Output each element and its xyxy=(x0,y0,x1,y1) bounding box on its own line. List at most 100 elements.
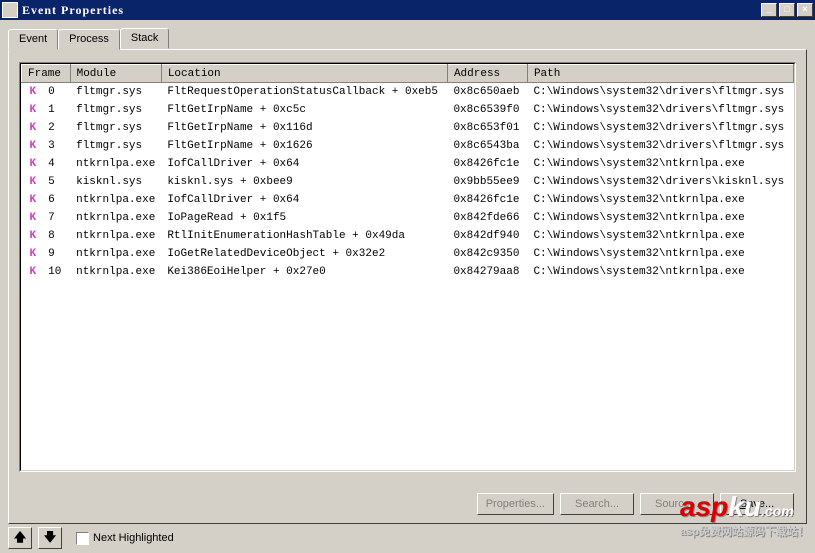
tab-pane-stack: Frame Module Location Address Path K0flt… xyxy=(8,49,807,524)
properties-button[interactable]: Properties... xyxy=(477,493,554,515)
table-row[interactable]: K10ntkrnlpa.exeKei386EoiHelper + 0x27e00… xyxy=(22,263,794,281)
cell-path: C:\Windows\system32\ntkrnlpa.exe xyxy=(527,155,793,173)
next-highlighted-checkbox[interactable] xyxy=(76,532,89,545)
cell-path: C:\Windows\system32\drivers\kisknl.sys xyxy=(527,173,793,191)
cell-module: ntkrnlpa.exe xyxy=(70,155,161,173)
tab-stack[interactable]: Stack xyxy=(120,28,170,49)
cell-location: IoPageRead + 0x1f5 xyxy=(161,209,447,227)
kernel-flag: K xyxy=(22,227,43,245)
tab-event[interactable]: Event xyxy=(8,29,58,50)
window-title: Event Properties xyxy=(22,3,761,18)
cell-address: 0x8c6543ba xyxy=(447,137,527,155)
app-icon xyxy=(2,2,18,18)
cell-frame: 2 xyxy=(42,119,70,137)
cell-path: C:\Windows\system32\ntkrnlpa.exe xyxy=(527,191,793,209)
next-highlighted-label: Next Highlighted xyxy=(93,532,174,544)
cell-location: Kei386EoiHelper + 0x27e0 xyxy=(161,263,447,281)
cell-address: 0x842c9350 xyxy=(447,245,527,263)
cell-path: C:\Windows\system32\drivers\fltmgr.sys xyxy=(527,83,793,101)
cell-location: kisknl.sys + 0xbee9 xyxy=(161,173,447,191)
cell-module: ntkrnlpa.exe xyxy=(70,191,161,209)
cell-frame: 0 xyxy=(42,83,70,101)
cell-module: ntkrnlpa.exe xyxy=(70,263,161,281)
cell-module: kisknl.sys xyxy=(70,173,161,191)
close-button[interactable]: × xyxy=(797,3,813,17)
col-path[interactable]: Path xyxy=(527,65,793,83)
table-row[interactable]: K1fltmgr.sysFltGetIrpName + 0xc5c0x8c653… xyxy=(22,101,794,119)
title-bar: Event Properties _ □ × xyxy=(0,0,815,20)
col-location[interactable]: Location xyxy=(161,65,447,83)
cell-location: IoGetRelatedDeviceObject + 0x32e2 xyxy=(161,245,447,263)
col-module[interactable]: Module xyxy=(70,65,161,83)
source-button[interactable]: Source... xyxy=(640,493,714,515)
cell-path: C:\Windows\system32\ntkrnlpa.exe xyxy=(527,209,793,227)
cell-address: 0x8426fc1e xyxy=(447,191,527,209)
cell-frame: 7 xyxy=(42,209,70,227)
cell-path: C:\Windows\system32\drivers\fltmgr.sys xyxy=(527,137,793,155)
cell-frame: 1 xyxy=(42,101,70,119)
tab-strip: Event Process Stack xyxy=(8,28,807,49)
cell-module: fltmgr.sys xyxy=(70,137,161,155)
cell-address: 0x8426fc1e xyxy=(447,155,527,173)
table-row[interactable]: K2fltmgr.sysFltGetIrpName + 0x116d0x8c65… xyxy=(22,119,794,137)
cell-path: C:\Windows\system32\ntkrnlpa.exe xyxy=(527,263,793,281)
col-address[interactable]: Address xyxy=(447,65,527,83)
col-frame[interactable]: Frame xyxy=(22,65,71,83)
cell-frame: 10 xyxy=(42,263,70,281)
prev-event-button[interactable]: 🡅 xyxy=(8,527,32,549)
cell-location: IofCallDriver + 0x64 xyxy=(161,155,447,173)
table-row[interactable]: K0fltmgr.sysFltRequestOperationStatusCal… xyxy=(22,83,794,101)
client-area: Event Process Stack Frame Module Locatio… xyxy=(0,20,815,553)
cell-module: fltmgr.sys xyxy=(70,119,161,137)
cell-frame: 3 xyxy=(42,137,70,155)
cell-location: IofCallDriver + 0x64 xyxy=(161,191,447,209)
cell-address: 0x8c6539f0 xyxy=(447,101,527,119)
kernel-flag: K xyxy=(22,101,43,119)
kernel-flag: K xyxy=(22,173,43,191)
cell-location: FltGetIrpName + 0x1626 xyxy=(161,137,447,155)
cell-path: C:\Windows\system32\drivers\fltmgr.sys xyxy=(527,119,793,137)
table-row[interactable]: K7ntkrnlpa.exeIoPageRead + 0x1f50x842fde… xyxy=(22,209,794,227)
next-highlighted-control[interactable]: Next Highlighted xyxy=(76,532,174,545)
cell-module: fltmgr.sys xyxy=(70,101,161,119)
table-row[interactable]: K6ntkrnlpa.exeIofCallDriver + 0x640x8426… xyxy=(22,191,794,209)
kernel-flag: K xyxy=(22,209,43,227)
kernel-flag: K xyxy=(22,119,43,137)
table-row[interactable]: K5kisknl.syskisknl.sys + 0xbee90x9bb55ee… xyxy=(22,173,794,191)
bottom-toolbar: 🡅 🡇 Next Highlighted xyxy=(8,527,174,549)
tab-process[interactable]: Process xyxy=(58,29,120,50)
cell-path: C:\Windows\system32\ntkrnlpa.exe xyxy=(527,245,793,263)
stack-table-container: Frame Module Location Address Path K0flt… xyxy=(19,62,796,472)
cell-module: ntkrnlpa.exe xyxy=(70,227,161,245)
cell-location: FltRequestOperationStatusCallback + 0xeb… xyxy=(161,83,447,101)
cell-frame: 8 xyxy=(42,227,70,245)
maximize-button[interactable]: □ xyxy=(779,3,795,17)
next-event-button[interactable]: 🡇 xyxy=(38,527,62,549)
table-header-row: Frame Module Location Address Path xyxy=(22,65,794,83)
cell-module: ntkrnlpa.exe xyxy=(70,209,161,227)
cell-frame: 6 xyxy=(42,191,70,209)
table-row[interactable]: K4ntkrnlpa.exeIofCallDriver + 0x640x8426… xyxy=(22,155,794,173)
cell-address: 0x8c653f01 xyxy=(447,119,527,137)
cell-frame: 4 xyxy=(42,155,70,173)
table-row[interactable]: K9ntkrnlpa.exeIoGetRelatedDeviceObject +… xyxy=(22,245,794,263)
window-buttons: _ □ × xyxy=(761,3,813,17)
cell-location: FltGetIrpName + 0xc5c xyxy=(161,101,447,119)
cell-path: C:\Windows\system32\drivers\fltmgr.sys xyxy=(527,101,793,119)
kernel-flag: K xyxy=(22,263,43,281)
cell-address: 0x9bb55ee9 xyxy=(447,173,527,191)
save-button[interactable]: Save... xyxy=(720,493,794,515)
cell-module: ntkrnlpa.exe xyxy=(70,245,161,263)
table-row[interactable]: K8ntkrnlpa.exeRtlInitEnumerationHashTabl… xyxy=(22,227,794,245)
kernel-flag: K xyxy=(22,191,43,209)
kernel-flag: K xyxy=(22,245,43,263)
minimize-button[interactable]: _ xyxy=(761,3,777,17)
cell-module: fltmgr.sys xyxy=(70,83,161,101)
table-row[interactable]: K3fltmgr.sysFltGetIrpName + 0x16260x8c65… xyxy=(22,137,794,155)
cell-location: FltGetIrpName + 0x116d xyxy=(161,119,447,137)
cell-location: RtlInitEnumerationHashTable + 0x49da xyxy=(161,227,447,245)
cell-address: 0x842fde66 xyxy=(447,209,527,227)
search-button[interactable]: Search... xyxy=(560,493,634,515)
cell-frame: 9 xyxy=(42,245,70,263)
kernel-flag: K xyxy=(22,83,43,101)
